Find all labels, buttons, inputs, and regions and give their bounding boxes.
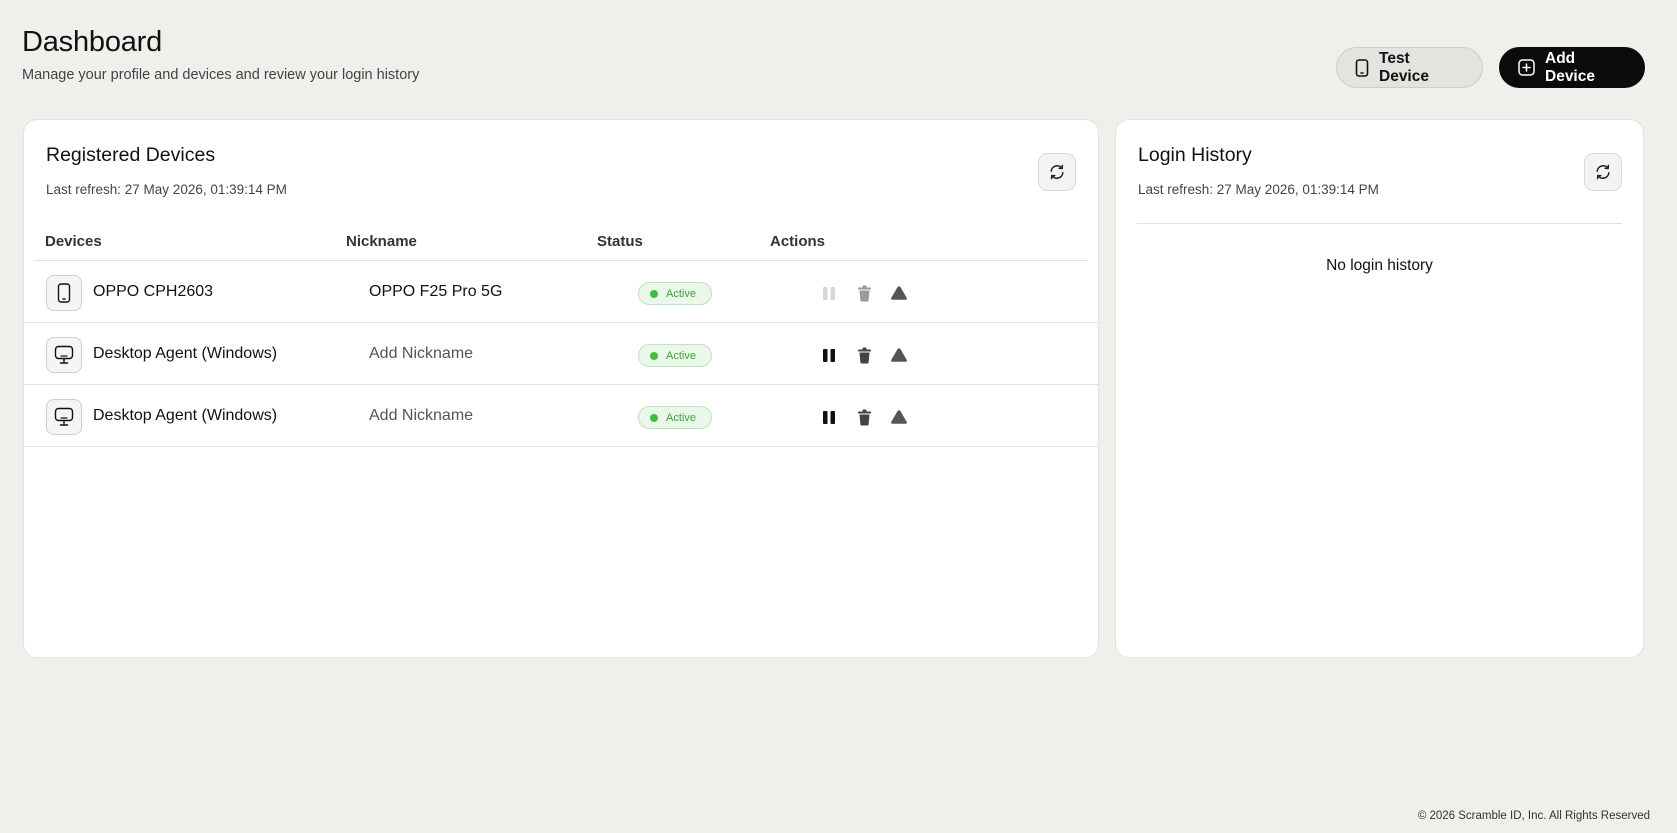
test-device-label: Test Device xyxy=(1379,49,1429,85)
divider xyxy=(1137,223,1622,224)
status-dot xyxy=(650,351,658,360)
pause-icon[interactable] xyxy=(820,284,838,302)
empty-state-text: No login history xyxy=(1326,257,1433,274)
status-dot xyxy=(650,413,658,422)
status-label: Active xyxy=(666,287,696,300)
devices-refresh-button[interactable] xyxy=(1038,153,1076,191)
devices-table-header: Devices Nickname Status Actions xyxy=(34,233,1088,261)
status-badge: Active xyxy=(638,406,712,429)
warning-icon[interactable] xyxy=(890,346,908,364)
status-label: Active xyxy=(666,411,696,424)
page-subtitle: Manage your profile and devices and revi… xyxy=(22,67,420,83)
device-name: Desktop Agent (Windows) xyxy=(93,407,278,424)
table-row: Desktop Agent (Windows) Add Nickname Act… xyxy=(24,385,1098,447)
status-dot xyxy=(650,289,658,298)
history-refresh-button[interactable] xyxy=(1584,153,1622,191)
status-label: Active xyxy=(666,349,696,362)
device-nickname[interactable]: OPPO F25 Pro 5G xyxy=(369,283,502,301)
trash-icon[interactable] xyxy=(855,408,873,426)
phone-icon xyxy=(46,275,82,311)
pause-icon[interactable] xyxy=(820,408,838,426)
plus-square-icon xyxy=(1518,59,1535,76)
status-badge: Active xyxy=(638,282,712,305)
pause-icon[interactable] xyxy=(820,346,838,364)
column-header-status: Status xyxy=(597,233,643,250)
devices-last-refresh: Last refresh: 27 May 2026, 01:39:14 PM xyxy=(46,182,287,197)
trash-icon[interactable] xyxy=(855,284,873,302)
column-header-nickname: Nickname xyxy=(346,233,417,250)
phone-icon xyxy=(1355,58,1369,77)
device-name: Desktop Agent (Windows) xyxy=(93,345,278,362)
page-header: Dashboard Manage your profile and device… xyxy=(22,26,419,83)
footer-copyright: © 2026 Scramble ID, Inc. All Rights Rese… xyxy=(1417,810,1650,822)
add-device-button[interactable]: Add Device xyxy=(1499,47,1645,88)
test-device-button[interactable]: Test Device xyxy=(1336,47,1483,88)
add-nickname-link[interactable]: Add Nickname xyxy=(369,407,473,425)
trash-icon[interactable] xyxy=(855,346,873,364)
monitor-icon xyxy=(46,337,82,373)
add-nickname-link[interactable]: Add Nickname xyxy=(369,345,473,363)
warning-icon[interactable] xyxy=(890,408,908,426)
warning-icon[interactable] xyxy=(890,284,908,302)
column-header-actions: Actions xyxy=(770,233,826,250)
table-row: Desktop Agent (Windows) Add Nickname Act… xyxy=(24,323,1098,385)
login-history-card: Login History Last refresh: 27 May 2026,… xyxy=(1115,119,1644,658)
status-badge: Active xyxy=(638,344,712,367)
add-device-label: Add Device xyxy=(1545,49,1595,85)
devices-card-title: Registered Devices xyxy=(46,144,216,166)
top-actions: Test Device Add Device xyxy=(1336,47,1645,88)
page-title: Dashboard xyxy=(22,26,163,58)
registered-devices-card: Registered Devices Last refresh: 27 May … xyxy=(23,119,1099,658)
history-last-refresh: Last refresh: 27 May 2026, 01:39:14 PM xyxy=(1138,182,1379,197)
refresh-icon xyxy=(1596,164,1610,180)
device-name: OPPO CPH2603 xyxy=(93,283,214,300)
table-row: OPPO CPH2603 OPPO F25 Pro 5G Active xyxy=(24,261,1098,323)
history-card-title: Login History xyxy=(1138,144,1252,166)
refresh-icon xyxy=(1050,164,1064,180)
monitor-icon xyxy=(46,399,82,435)
column-header-devices: Devices xyxy=(45,233,102,250)
